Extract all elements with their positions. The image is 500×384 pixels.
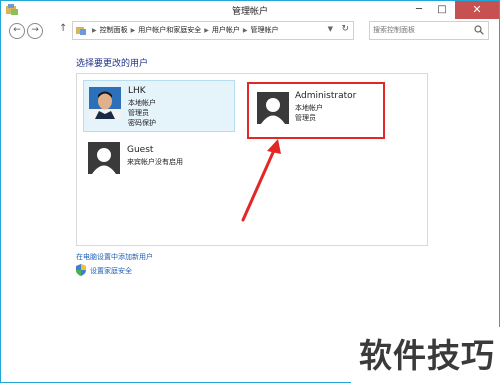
default-user-icon [88,142,120,174]
user-photo-icon [89,87,121,119]
chevron-right-icon: ▶ [130,27,136,34]
user-name: Guest [127,145,154,155]
user-card-guest[interactable]: Guest 来宾帐户没有启用 [83,139,233,179]
forward-button[interactable]: → [27,23,43,39]
minimize-button[interactable]: ─ [408,1,430,19]
breadcrumb: ▶ 控制面板 ▶ 用户帐户和家庭安全 ▶ 用户帐户 ▶ 管理帐户 [89,25,279,35]
default-user-icon [257,92,289,124]
account-type: 本地帐户 [295,104,323,112]
family-safety-link[interactable]: 设置家庭安全 [90,266,132,276]
account-type: 本地帐户 [128,99,156,107]
user-card-lhk[interactable]: LHK 本地帐户 管理员 密码保护 [83,80,235,132]
maximize-button[interactable]: □ [431,1,453,19]
chevron-right-icon: ▶ [92,27,97,34]
close-button[interactable]: ✕ [455,1,499,19]
address-bar[interactable]: ▶ 控制面板 ▶ 用户帐户和家庭安全 ▶ 用户帐户 ▶ 管理帐户 ▼ ↻ [72,21,354,40]
watermark-text: 软件技巧 [359,336,495,375]
avatar [89,87,121,119]
account-role: 管理员 [128,109,149,117]
avatar [257,92,289,124]
add-user-link[interactable]: 在电脑设置中添加新用户 [76,252,153,262]
search-icon[interactable] [474,25,484,35]
breadcrumb-user-accounts[interactable]: 用户帐户 [212,26,240,34]
page-title: 选择要更改的用户 [76,59,149,69]
refresh-icon[interactable]: ↻ [341,24,349,34]
shield-icon [76,264,86,276]
breadcrumb-manage-accounts[interactable]: 管理帐户 [251,26,279,34]
account-status: 来宾帐户没有启用 [127,158,183,166]
search-input[interactable] [373,24,471,36]
breadcrumb-user-accounts-family-safety[interactable]: 用户帐户和家庭安全 [138,26,201,34]
control-panel-icon [76,27,86,35]
chevron-right-icon: ▶ [204,27,209,34]
chevron-down-icon[interactable]: ▼ [328,25,333,33]
breadcrumb-control-panel[interactable]: 控制面板 [100,26,128,34]
user-card-administrator[interactable]: Administrator 本地帐户 管理员 [247,82,385,139]
account-role: 管理员 [295,114,316,122]
up-button[interactable]: ↑ [59,23,67,34]
back-button[interactable]: ← [9,23,25,39]
watermark: 软件技巧 [351,327,500,384]
avatar [88,142,120,174]
manage-accounts-window: 管理帐户 ─ □ ✕ ← → ↑ ▶ 控制面板 ▶ 用户帐户和家庭安全 ▶ 用户帐户 ▶ 管理… [0,0,500,384]
red-arrow-annotation [241,139,281,222]
search-box[interactable] [369,21,489,40]
user-name: Administrator [295,91,357,101]
navigation-bar: ← → ↑ ▶ 控制面板 ▶ 用户帐户和家庭安全 ▶ 用户帐户 ▶ 管理帐户 ▼ ↻ [1,19,499,41]
title-bar: 管理帐户 ─ □ ✕ [1,1,499,19]
user-name: LHK [128,86,146,96]
password-status: 密码保护 [128,119,156,127]
chevron-right-icon: ▶ [242,27,248,34]
